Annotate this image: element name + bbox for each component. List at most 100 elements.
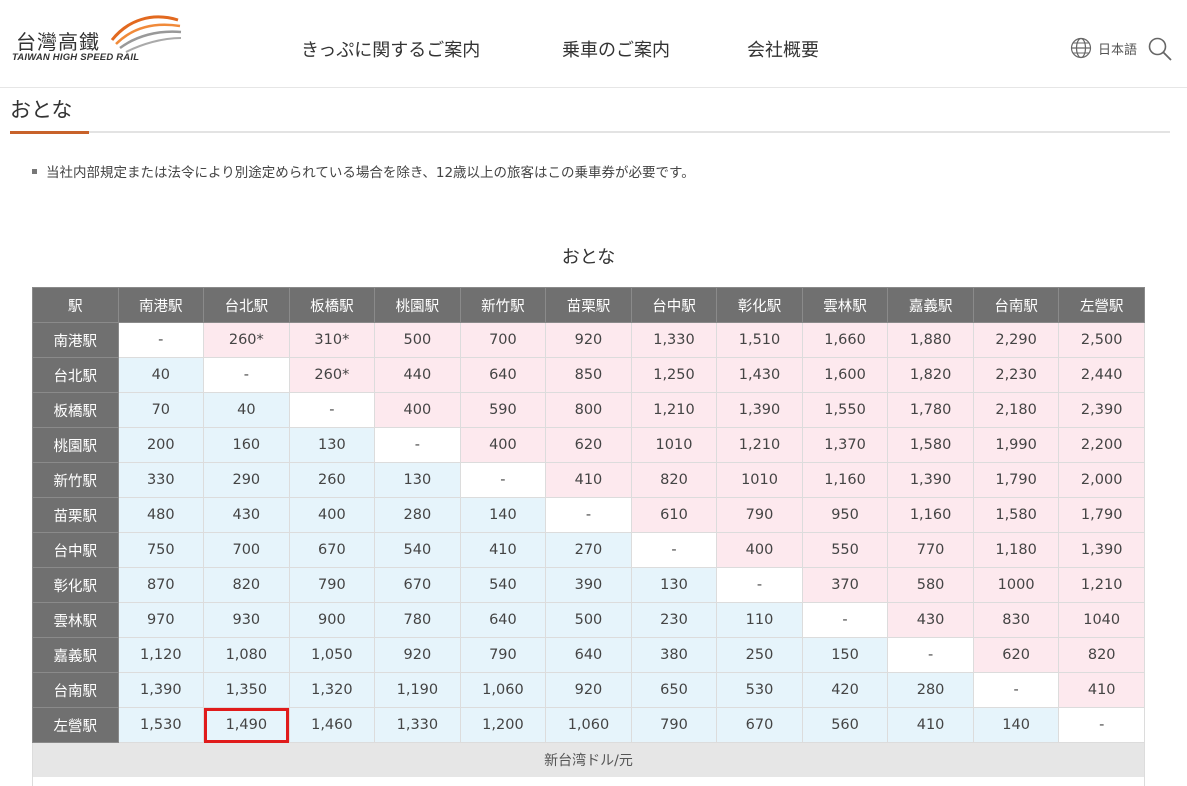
fare-cell: 920 bbox=[545, 322, 632, 358]
fare-cell: 1,550 bbox=[801, 392, 889, 428]
table-row: 苗栗駅 480 430 400 280 140-610 790 950 1,160 1,580 1,… bbox=[32, 497, 1145, 533]
title-divider bbox=[10, 131, 1170, 133]
row-header-station: 南港駅 bbox=[32, 322, 119, 358]
fare-cell: 370 bbox=[801, 567, 889, 603]
fare-cell: 920 bbox=[374, 637, 461, 673]
fare-cell: 250 bbox=[716, 637, 803, 673]
fare-cell: 700 bbox=[203, 532, 290, 568]
fare-cell: 440 bbox=[374, 357, 461, 393]
fare-cell: 700 bbox=[459, 322, 547, 358]
row-header-station: 板橋駅 bbox=[32, 392, 119, 428]
fare-cell: 610 bbox=[630, 497, 718, 533]
nav-item-company[interactable]: 会社概要 bbox=[747, 36, 819, 62]
fare-cell: 260* bbox=[203, 322, 290, 358]
language-label: 日本語 bbox=[1097, 42, 1137, 58]
fare-cell: 1,370 bbox=[801, 427, 889, 463]
fare-cell: 40 bbox=[117, 357, 205, 393]
site-header: 台灣高鐵 TAIWAN HIGH SPEED RAIL きっぷに関するご案内 乗… bbox=[0, 0, 1187, 88]
fare-cell: 550 bbox=[801, 532, 889, 568]
fare-cell: 110 bbox=[716, 602, 803, 638]
fare-cell: 580 bbox=[887, 567, 974, 603]
row-header-station: 桃園駅 bbox=[32, 427, 119, 463]
fare-cell: 1,250 bbox=[630, 357, 718, 393]
fare-cell: 1,120 bbox=[117, 637, 205, 673]
fare-cell: 390 bbox=[545, 567, 632, 603]
fare-cell: 650 bbox=[630, 672, 718, 708]
column-header-station: 彰化駅 bbox=[716, 287, 803, 323]
row-header-station: 台南駅 bbox=[32, 672, 119, 708]
fare-cell: 820 bbox=[630, 462, 718, 498]
fare-cell: 750 bbox=[117, 532, 205, 568]
nav-item-tickets[interactable]: きっぷに関するご案内 bbox=[301, 36, 480, 62]
fare-cell: 1010 bbox=[630, 427, 718, 463]
column-header-station: 雲林駅 bbox=[801, 287, 889, 323]
fare-cell: 260* bbox=[288, 357, 376, 393]
fare-cell: 620 bbox=[972, 637, 1060, 673]
fare-cell: 1,580 bbox=[887, 427, 974, 463]
fare-cell: 140 bbox=[459, 497, 547, 533]
table-row: 桃園駅 200 160 130-400 620 1010 1,210 1,370 1,580 1,… bbox=[32, 427, 1145, 463]
fare-cell: - bbox=[545, 497, 632, 533]
fare-cell: 820 bbox=[203, 567, 290, 603]
fare-cell: 2,180 bbox=[972, 392, 1060, 428]
fare-cell: 2,440 bbox=[1058, 357, 1145, 393]
fare-cell: - bbox=[887, 637, 974, 673]
table-row: 嘉義駅 1,120 1,080 1,050 920 790 640 380 250 150-620… bbox=[32, 637, 1145, 673]
column-header-station: 新竹駅 bbox=[459, 287, 547, 323]
fare-cell: 1,190 bbox=[374, 672, 461, 708]
fare-cell: 40 bbox=[203, 392, 290, 428]
fare-cell: 160 bbox=[203, 427, 290, 463]
fare-cell: 790 bbox=[630, 707, 718, 743]
fare-note-text: 当社内部規定または法令により別途定められている場合を除き、12歳以上の旅客はこの… bbox=[46, 165, 695, 181]
fare-cell: 130 bbox=[630, 567, 718, 603]
nav-item-boarding[interactable]: 乗車のご案内 bbox=[562, 36, 670, 62]
fare-cell: 400 bbox=[374, 392, 461, 428]
fare-cell: 930 bbox=[203, 602, 290, 638]
row-header-station: 新竹駅 bbox=[32, 462, 119, 498]
fare-cell: 1,160 bbox=[801, 462, 889, 498]
search-icon[interactable] bbox=[1147, 36, 1173, 62]
fare-cell: 1,510 bbox=[716, 322, 803, 358]
fare-cell: 1,600 bbox=[801, 357, 889, 393]
fare-cell: 280 bbox=[887, 672, 974, 708]
fare-cell: 620 bbox=[545, 427, 632, 463]
bullet-icon bbox=[32, 168, 37, 174]
fare-cell: 430 bbox=[203, 497, 290, 533]
fare-cell: 420 bbox=[801, 672, 889, 708]
fare-cell: 920 bbox=[545, 672, 632, 708]
table-row: 左營駅 1,530 1,490 1,460 1,330 1,200 1,060 790 670 5… bbox=[32, 707, 1145, 743]
fare-cell: 1,460 bbox=[288, 707, 376, 743]
fare-cell: 1010 bbox=[716, 462, 803, 498]
fare-cell: 1,350 bbox=[203, 672, 290, 708]
fare-cell-highlighted: 1,490 bbox=[203, 707, 290, 743]
fare-cell: 290 bbox=[203, 462, 290, 498]
fare-cell: 430 bbox=[887, 602, 974, 638]
table-caption: おとな bbox=[561, 247, 616, 268]
fare-cell: 1,050 bbox=[288, 637, 376, 673]
fare-cell: 400 bbox=[459, 427, 547, 463]
language-selector[interactable]: 日本語 bbox=[1070, 37, 1137, 59]
fare-cell: 1040 bbox=[1058, 602, 1145, 638]
fare-cell: 200 bbox=[117, 427, 205, 463]
table-row: 台北駅 40-260* 440 640 850 1,250 1,430 1,600 1,820 2… bbox=[32, 357, 1145, 393]
table-row: 南港駅 -260* 310* 500 700 920 1,330 1,510 1,660 1,88… bbox=[32, 322, 1145, 358]
fare-cell: 530 bbox=[716, 672, 803, 708]
fare-cell: 540 bbox=[374, 532, 461, 568]
fare-cell: 150 bbox=[801, 637, 889, 673]
column-header-station: 南港駅 bbox=[117, 287, 205, 323]
table-row: 新竹駅 330 290 260 130-410 820 1010 1,160 1,390 1,79… bbox=[32, 462, 1145, 498]
fare-cell: 410 bbox=[887, 707, 974, 743]
fare-cell: 1,990 bbox=[972, 427, 1060, 463]
fare-cell: 790 bbox=[288, 567, 376, 603]
fare-cell: - bbox=[716, 567, 803, 603]
fare-cell: 1,330 bbox=[630, 322, 718, 358]
fare-cell: 1,780 bbox=[887, 392, 974, 428]
column-header-station: 台南駅 bbox=[972, 287, 1060, 323]
fare-cell: 900 bbox=[288, 602, 376, 638]
fare-cell: - bbox=[1058, 707, 1145, 743]
fare-cell: 1,390 bbox=[716, 392, 803, 428]
row-header-station: 苗栗駅 bbox=[32, 497, 119, 533]
globe-icon bbox=[1070, 37, 1092, 59]
fare-cell: 1,330 bbox=[374, 707, 461, 743]
table-row: 台南駅 1,390 1,350 1,320 1,190 1,060 920 650 530 420… bbox=[32, 672, 1145, 708]
